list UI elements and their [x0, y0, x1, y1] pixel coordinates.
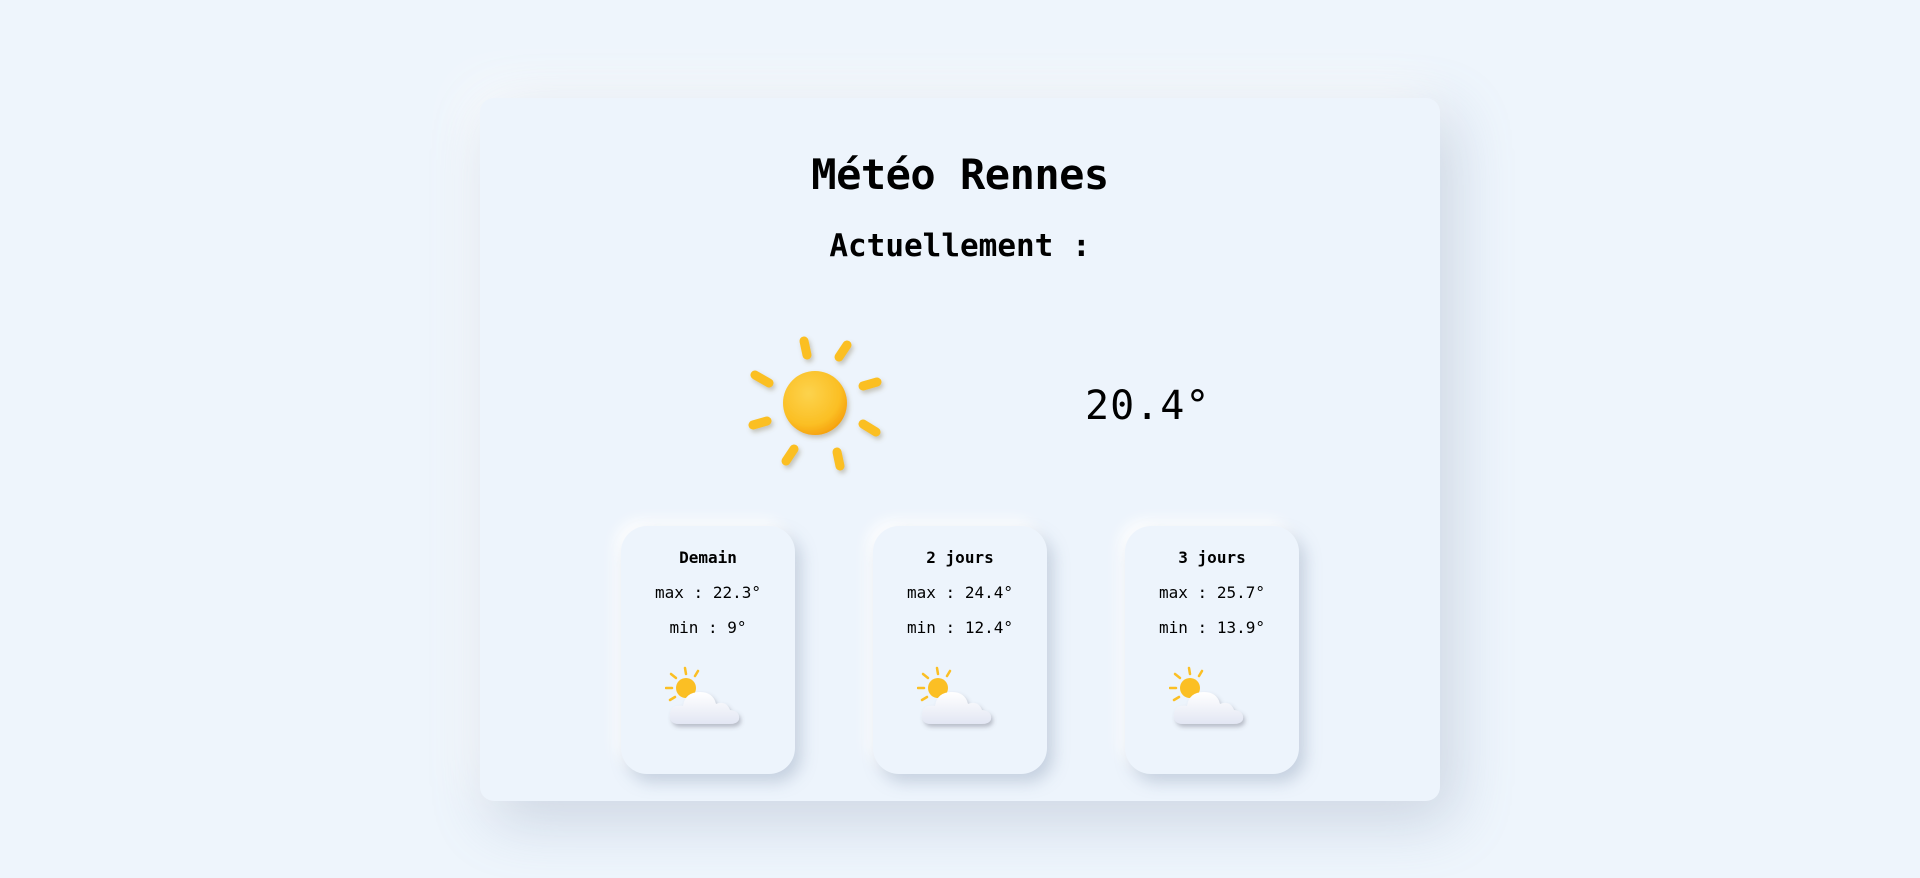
forecast-min: min : 12.4° — [907, 618, 1013, 637]
forecast-card-3-days: 3 jours max : 25.7° min : 13.9° — [1125, 526, 1299, 774]
partly-cloudy-icon — [665, 666, 740, 724]
forecast-day-label: 2 jours — [926, 548, 994, 567]
forecast-max: max : 22.3° — [655, 583, 761, 602]
forecast-max: max : 24.4° — [907, 583, 1013, 602]
sun-icon — [748, 336, 882, 471]
forecast-min: min : 13.9° — [1159, 618, 1265, 637]
current-temperature: 20.4° — [1085, 383, 1211, 429]
page-title: Météo Rennes — [811, 150, 1109, 199]
partly-cloudy-icon — [1169, 666, 1244, 724]
weather-card: Météo Rennes Actuellement : 20.4° Demain… — [480, 98, 1440, 801]
forecast-day-label: 3 jours — [1178, 548, 1246, 567]
forecast-min: min : 9° — [669, 618, 747, 637]
forecast-card-2-days: 2 jours max : 24.4° min : 12.4° — [873, 526, 1047, 774]
forecast-max: max : 25.7° — [1159, 583, 1265, 602]
forecast-day-label: Demain — [679, 548, 737, 567]
current-heading: Actuellement : — [829, 228, 1091, 264]
partly-cloudy-icon — [917, 666, 992, 724]
forecast-card-tomorrow: Demain max : 22.3° min : 9° — [621, 526, 795, 774]
